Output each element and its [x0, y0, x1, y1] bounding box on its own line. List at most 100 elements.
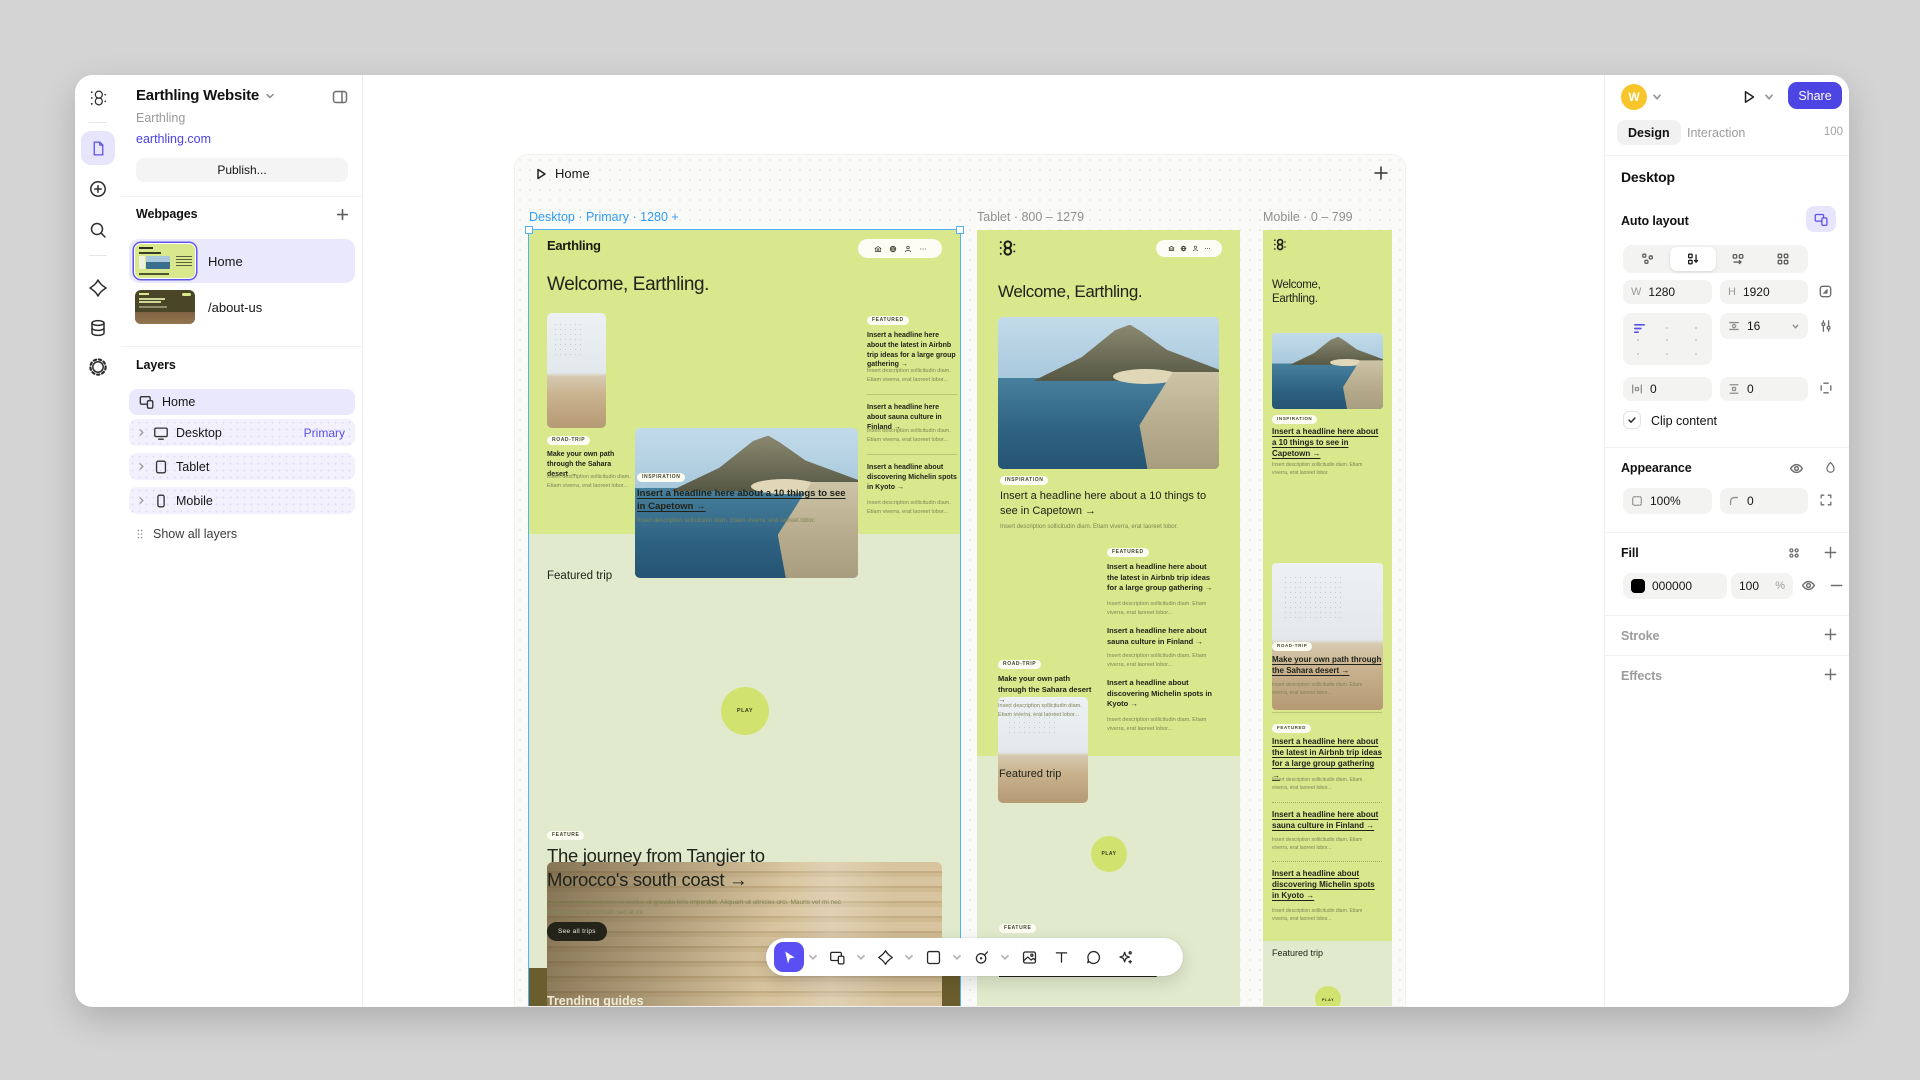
fill-opacity-field[interactable]: 100 %	[1731, 573, 1793, 599]
chevron-down-icon[interactable]	[1651, 91, 1663, 103]
opacity-field[interactable]: 100%	[1623, 488, 1712, 514]
add-fill-icon[interactable]	[1823, 545, 1838, 560]
remove-fill-icon[interactable]	[1829, 578, 1844, 593]
chevron-down-icon[interactable]	[1763, 91, 1775, 103]
vector-tool[interactable]	[870, 942, 900, 972]
chevron-down-icon[interactable]	[999, 951, 1011, 963]
workspace-logo-icon[interactable]	[88, 88, 108, 108]
tab-design[interactable]: Design	[1617, 120, 1681, 145]
sahara-headline[interactable]: Make your own path through the Sahara de…	[998, 674, 1094, 706]
individual-padding-icon[interactable]	[1819, 381, 1833, 395]
layout-stack-vertical-option[interactable]	[1670, 247, 1715, 271]
preview-play-icon[interactable]	[534, 167, 548, 181]
height-field[interactable]: H 1920	[1720, 280, 1808, 304]
image-tool[interactable]	[1014, 942, 1044, 972]
canvas-page-tab[interactable]: Home	[555, 166, 590, 181]
zoom-level[interactable]: 100	[1824, 126, 1843, 138]
alignment-grid[interactable]	[1623, 313, 1712, 365]
artboard-label-desktop[interactable]: Desktop · Primary · 1280 +	[529, 210, 679, 224]
kyoto-headline[interactable]: Insert a headline about discovering Mich…	[867, 463, 957, 492]
artboard-label-tablet[interactable]: Tablet · 800 – 1279	[977, 210, 1084, 224]
tab-interaction[interactable]: Interaction	[1681, 120, 1751, 145]
kyoto-headline[interactable]: Insert a headline about discovering Mich…	[1107, 678, 1219, 710]
search-icon[interactable]	[88, 220, 108, 240]
featured-badge[interactable]: FEATURED	[867, 316, 909, 325]
road-trip-badge[interactable]: ROAD-TRIP	[1272, 642, 1312, 651]
artboard-label-mobile[interactable]: Mobile · 0 – 799	[1263, 210, 1353, 224]
visibility-eye-icon[interactable]	[1789, 461, 1804, 476]
layer-row-mobile[interactable]: Mobile	[129, 487, 355, 514]
pen-tool[interactable]	[966, 942, 996, 972]
chevron-down-icon[interactable]	[807, 951, 819, 963]
road-trip-badge[interactable]: ROAD-TRIP	[547, 436, 590, 445]
artboard-mobile[interactable]: Welcome, Earthling. INSPIRATION Insert a…	[1263, 230, 1392, 1007]
fill-color-field[interactable]: 000000	[1623, 573, 1727, 599]
site-nav-pill[interactable]	[1156, 240, 1222, 257]
page-row-about-us[interactable]: /about-us	[129, 285, 355, 329]
ai-sparkle-tool[interactable]	[1110, 942, 1140, 972]
publish-button[interactable]: Publish...	[136, 158, 348, 182]
featured-trip-label[interactable]: Featured trip	[999, 768, 1061, 780]
share-button[interactable]: Share	[1788, 82, 1842, 109]
comment-tool[interactable]	[1078, 942, 1108, 972]
featured-trip-label[interactable]: Featured trip	[1272, 948, 1323, 958]
site-logomark[interactable]	[1272, 237, 1287, 252]
settings-gear-icon[interactable]	[88, 357, 108, 377]
inspiration-badge[interactable]: INSPIRATION	[1000, 476, 1048, 485]
cms-database-icon[interactable]	[88, 318, 108, 338]
pages-tool-selected[interactable]	[81, 131, 115, 165]
site-logo-wordmark[interactable]: Earthling	[547, 238, 601, 253]
select-tool[interactable]	[774, 942, 804, 972]
capetown-headline-link[interactable]: Insert a headline here about a 10 things…	[1272, 426, 1382, 460]
resize-icon[interactable]	[1818, 284, 1833, 299]
featured-badge[interactable]: FEATURED	[1107, 548, 1149, 557]
capetown-headline[interactable]: Insert a headline here about a 10 things…	[1000, 489, 1212, 520]
chevron-right-icon[interactable]	[137, 462, 151, 471]
journey-headline[interactable]: The journey from Tangier to Morocco's so…	[547, 844, 842, 893]
dune-photo[interactable]	[547, 313, 606, 428]
feature-badge[interactable]: FEATURE	[999, 924, 1036, 933]
layout-freeform-option[interactable]	[1625, 247, 1670, 271]
layer-row-desktop[interactable]: Desktop Primary	[129, 419, 355, 446]
finland-headline-link[interactable]: Insert a headline here about sauna cultu…	[1272, 809, 1382, 831]
expand-icon[interactable]	[1819, 493, 1833, 507]
project-domain-link[interactable]: earthling.com	[136, 132, 211, 146]
fill-presets-icon[interactable]	[1787, 546, 1801, 560]
chevron-down-icon[interactable]	[1791, 322, 1800, 331]
kyoto-headline-link[interactable]: Insert a headline about discovering Mich…	[1272, 868, 1382, 902]
selection-handle-tr[interactable]	[956, 226, 964, 234]
layer-row-home[interactable]: Home	[129, 389, 355, 415]
canvas-surface[interactable]: Home Desktop · Primary · 1280 + Tablet ·…	[514, 154, 1406, 1007]
project-title[interactable]: Earthling Website	[136, 87, 275, 104]
chevron-down-icon[interactable]	[855, 951, 867, 963]
chevron-right-icon[interactable]	[137, 428, 151, 437]
play-button[interactable]: PLAY	[721, 687, 769, 735]
breakpoint-toggle-button[interactable]	[1806, 206, 1836, 232]
blend-droplet-icon[interactable]	[1824, 461, 1837, 474]
add-artboard-icon[interactable]	[1373, 165, 1389, 181]
road-trip-badge[interactable]: ROAD-TRIP	[998, 660, 1041, 669]
play-button[interactable]: PLAY	[1315, 986, 1341, 1007]
shape-tool[interactable]	[918, 942, 948, 972]
chevron-right-icon[interactable]	[137, 496, 151, 505]
add-stroke-icon[interactable]	[1823, 627, 1838, 642]
layout-grid-option[interactable]	[1761, 247, 1806, 271]
artboard-tablet[interactable]: Welcome, Earthling. INSPIRATION Insert a…	[977, 230, 1240, 1007]
clip-content-checkbox[interactable]	[1623, 411, 1641, 429]
airbnb-headline[interactable]: Insert a headline here about the latest …	[1107, 562, 1219, 594]
corner-radius-field[interactable]: 0	[1720, 488, 1808, 514]
sidebar-toggle-icon[interactable]	[332, 89, 348, 105]
feature-badge[interactable]: FEATURE	[547, 831, 584, 840]
selection-handle-tl[interactable]	[525, 226, 533, 234]
airbnb-headline-link[interactable]: Insert a headline here about the latest …	[1272, 736, 1382, 781]
welcome-heading[interactable]: Welcome, Earthling.	[1272, 278, 1352, 307]
add-page-icon[interactable]	[336, 208, 349, 221]
site-logomark[interactable]	[997, 238, 1017, 258]
featured-badge[interactable]: FEATURED	[1272, 724, 1311, 733]
width-field[interactable]: W 1280	[1623, 280, 1712, 304]
finland-headline[interactable]: Insert a headline here about sauna cultu…	[1107, 626, 1219, 647]
site-nav-pill[interactable]	[858, 239, 942, 258]
preview-play-icon[interactable]	[1741, 89, 1757, 105]
vector-tool-icon[interactable]	[88, 278, 108, 298]
welcome-heading[interactable]: Welcome, Earthling.	[998, 282, 1142, 302]
